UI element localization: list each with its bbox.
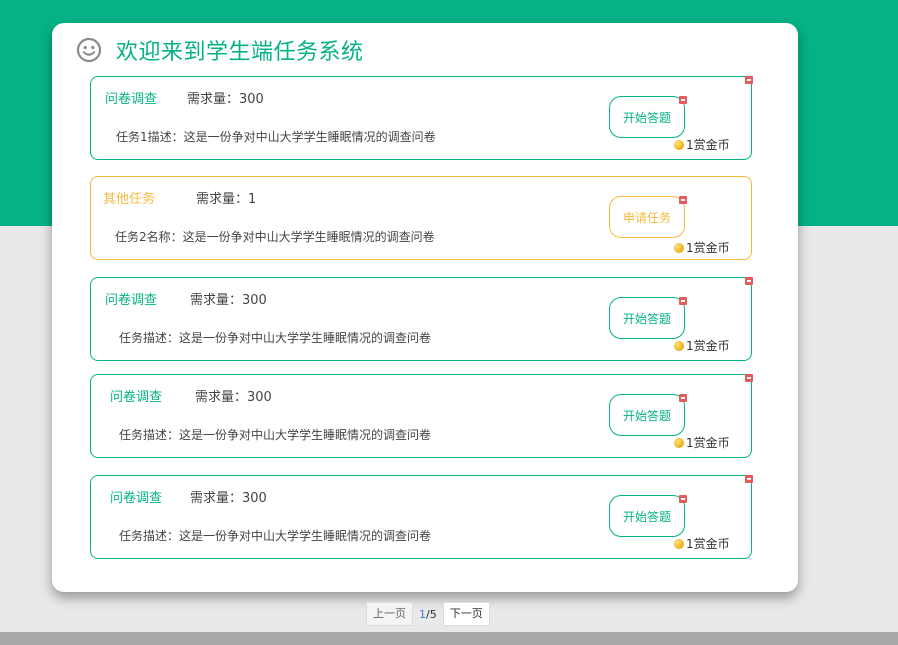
task-card: 其他任务 需求量：1 任务2名称：这是一份争对中山大学学生睡眠情况的调查问卷 申… bbox=[90, 176, 752, 260]
reward: 1赏金币 bbox=[674, 434, 730, 451]
task-type-label: 问卷调查 bbox=[105, 92, 158, 107]
start-answer-button[interactable]: 开始答题 bbox=[609, 297, 685, 339]
close-icon[interactable] bbox=[745, 475, 753, 483]
task-panel: 欢迎来到学生端任务系统 问卷调查 需求量：300 任务1描述：这是一份争对中山大… bbox=[52, 23, 798, 592]
remove-icon[interactable] bbox=[679, 495, 687, 503]
page-title: 欢迎来到学生端任务系统 bbox=[116, 40, 364, 65]
task-description: 任务1描述：这是一份争对中山大学学生睡眠情况的调查问卷 bbox=[116, 130, 436, 144]
reward: 1赏金币 bbox=[674, 535, 730, 552]
coin-icon bbox=[674, 242, 684, 253]
start-answer-button[interactable]: 开始答题 bbox=[609, 495, 685, 537]
task-demand: 需求量：300 bbox=[187, 92, 264, 107]
remove-icon[interactable] bbox=[679, 394, 687, 402]
task-card: 问卷调查 需求量：300 任务1描述：这是一份争对中山大学学生睡眠情况的调查问卷… bbox=[90, 76, 753, 160]
coin-icon bbox=[674, 340, 684, 351]
task-card: 问卷调查 需求量：300 任务描述：这是一份争对中山大学学生睡眠情况的调查问卷 … bbox=[90, 277, 753, 361]
page-indicator: 1/5 bbox=[419, 608, 437, 621]
task-type-label: 问卷调查 bbox=[105, 293, 158, 308]
task-type-label: 其他任务 bbox=[103, 192, 156, 207]
task-demand: 需求量：300 bbox=[190, 293, 267, 308]
reward: 1赏金币 bbox=[674, 136, 730, 153]
task-card: 问卷调查 需求量：300 任务描述：这是一份争对中山大学学生睡眠情况的调查问卷 … bbox=[90, 475, 753, 559]
coin-icon bbox=[674, 437, 684, 448]
smile-icon bbox=[76, 37, 102, 63]
reward-label: 1赏金币 bbox=[686, 537, 730, 551]
reward: 1赏金币 bbox=[674, 239, 730, 256]
close-icon[interactable] bbox=[745, 277, 753, 285]
task-description: 任务描述：这是一份争对中山大学学生睡眠情况的调查问卷 bbox=[119, 331, 432, 345]
footer-bar bbox=[0, 632, 898, 645]
total-pages: /5 bbox=[426, 607, 437, 621]
task-type-label: 问卷调查 bbox=[110, 491, 163, 506]
task-type-label: 问卷调查 bbox=[110, 390, 163, 405]
task-demand: 需求量：1 bbox=[196, 192, 257, 207]
reward-label: 1赏金币 bbox=[686, 436, 730, 450]
apply-task-button[interactable]: 申请任务 bbox=[609, 196, 685, 238]
coin-icon bbox=[674, 139, 684, 150]
reward-label: 1赏金币 bbox=[686, 241, 730, 255]
remove-icon[interactable] bbox=[679, 96, 687, 104]
close-icon[interactable] bbox=[745, 76, 753, 84]
pagination: 上一页 1/5 下一页 bbox=[366, 602, 490, 626]
remove-icon[interactable] bbox=[679, 297, 687, 305]
coin-icon bbox=[674, 538, 684, 549]
start-answer-button[interactable]: 开始答题 bbox=[609, 96, 685, 138]
reward-label: 1赏金币 bbox=[686, 138, 730, 152]
task-description: 任务描述：这是一份争对中山大学学生睡眠情况的调查问卷 bbox=[119, 428, 432, 442]
prev-page-button[interactable]: 上一页 bbox=[366, 602, 413, 626]
task-card: 问卷调查 需求量：300 任务描述：这是一份争对中山大学学生睡眠情况的调查问卷 … bbox=[90, 374, 753, 458]
remove-icon[interactable] bbox=[679, 196, 687, 204]
task-demand: 需求量：300 bbox=[190, 491, 267, 506]
reward: 1赏金币 bbox=[674, 337, 730, 354]
close-icon[interactable] bbox=[745, 374, 753, 382]
task-demand: 需求量：300 bbox=[195, 390, 272, 405]
task-description: 任务2名称：这是一份争对中山大学学生睡眠情况的调查问卷 bbox=[115, 230, 435, 244]
panel-header: 欢迎来到学生端任务系统 bbox=[76, 35, 364, 65]
reward-label: 1赏金币 bbox=[686, 339, 730, 353]
next-page-button[interactable]: 下一页 bbox=[442, 602, 490, 626]
start-answer-button[interactable]: 开始答题 bbox=[609, 394, 685, 436]
task-description: 任务描述：这是一份争对中山大学学生睡眠情况的调查问卷 bbox=[119, 529, 432, 543]
current-page: 1 bbox=[419, 607, 426, 621]
